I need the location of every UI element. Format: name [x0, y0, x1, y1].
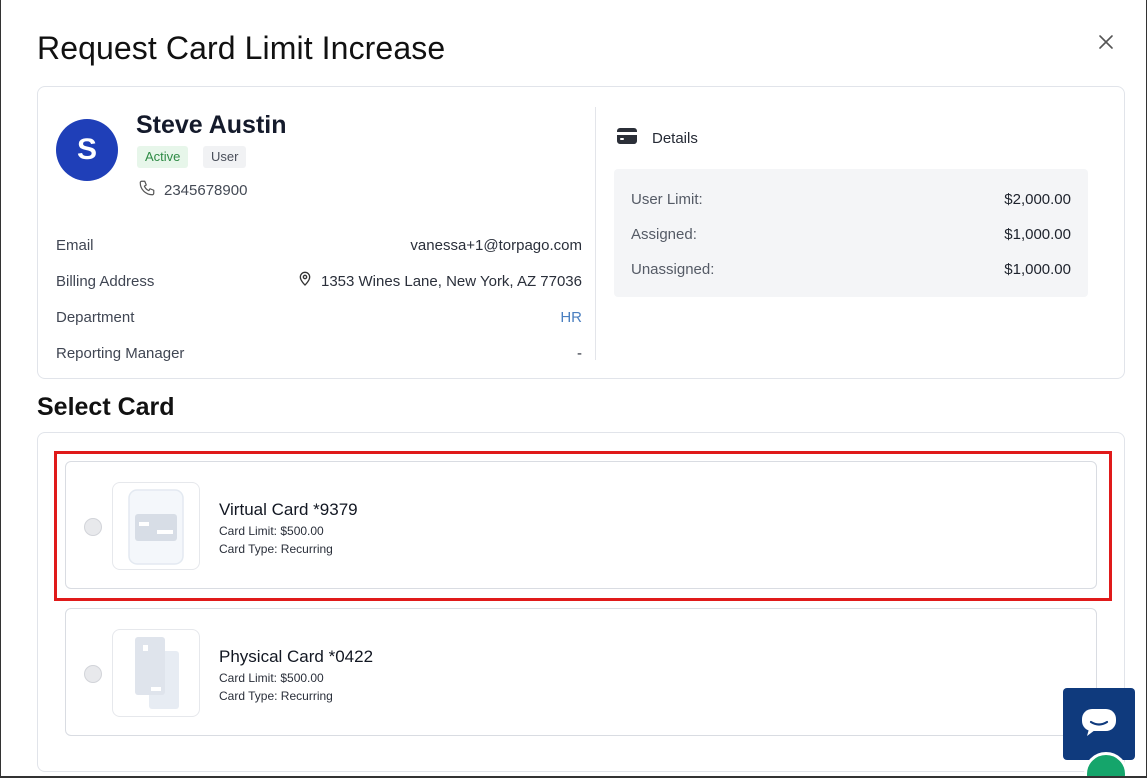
details-label: User Limit: — [631, 191, 703, 208]
phone-row: 2345678900 — [138, 179, 247, 201]
select-card-title: Select Card — [37, 393, 175, 421]
phone-icon — [138, 179, 156, 201]
user-limit-value: $2,000.00 — [1004, 191, 1071, 208]
unassigned-value: $1,000.00 — [1004, 261, 1071, 278]
details-heading-text: Details — [652, 129, 698, 147]
card-limit: Card Limit: $500.00 — [219, 524, 324, 538]
card-option-physical[interactable]: Physical Card *0422 Card Limit: $500.00 … — [65, 608, 1097, 736]
info-row-email: Email vanessa+1@torpago.com — [56, 227, 582, 263]
divider — [595, 107, 596, 360]
details-heading: Details — [616, 127, 698, 149]
assigned-value: $1,000.00 — [1004, 226, 1071, 243]
details-row-assigned: Assigned: $1,000.00 — [631, 226, 1071, 243]
details-label: Assigned: — [631, 226, 697, 243]
request-limit-modal: Request Card Limit Increase S Steve Aust… — [0, 0, 1147, 778]
card-name: Virtual Card *9379 — [219, 500, 358, 519]
card-icon — [616, 127, 638, 149]
card-radio[interactable] — [84, 518, 102, 536]
chat-button[interactable] — [1063, 688, 1135, 760]
info-row-department: Department HR — [56, 299, 582, 335]
details-row-unassigned: Unassigned: $1,000.00 — [631, 261, 1071, 278]
reporting-manager-value: - — [577, 344, 582, 362]
user-info-list: Email vanessa+1@torpago.com Billing Addr… — [56, 227, 582, 371]
info-label: Billing Address — [56, 272, 155, 290]
status-badge: Active — [137, 146, 189, 168]
info-label: Email — [56, 236, 94, 254]
modal-title: Request Card Limit Increase — [37, 30, 446, 66]
billing-address-text: 1353 Wines Lane, New York, AZ 77036 — [320, 272, 582, 290]
location-pin-icon — [297, 271, 313, 291]
avatar: S — [56, 119, 118, 181]
info-label: Reporting Manager — [56, 344, 185, 362]
details-label: Unassigned: — [631, 261, 715, 278]
billing-address-value: 1353 Wines Lane, New York, AZ 77036 — [297, 271, 582, 291]
user-name: Steve Austin — [136, 111, 287, 139]
user-info-panel: S Steve Austin Active User 2345678900 Em… — [37, 86, 1125, 379]
info-row-reporting-manager: Reporting Manager - — [56, 335, 582, 371]
physical-card-icon — [112, 629, 200, 717]
card-type: Card Type: Recurring — [219, 689, 333, 703]
card-radio[interactable] — [84, 665, 102, 683]
limit-details-box: User Limit: $2,000.00 Assigned: $1,000.0… — [614, 169, 1088, 297]
card-type: Card Type: Recurring — [219, 542, 333, 556]
close-icon[interactable] — [1096, 32, 1116, 52]
chat-icon — [1080, 707, 1118, 742]
phone-number: 2345678900 — [164, 181, 248, 199]
info-label: Department — [56, 308, 135, 326]
card-limit: Card Limit: $500.00 — [219, 671, 324, 685]
card-option-virtual[interactable]: Virtual Card *9379 Card Limit: $500.00 C… — [65, 461, 1097, 589]
virtual-card-icon — [112, 482, 200, 570]
details-row-user-limit: User Limit: $2,000.00 — [631, 191, 1071, 208]
email-value: vanessa+1@torpago.com — [410, 236, 582, 254]
card-name: Physical Card *0422 — [219, 647, 374, 666]
info-row-billing-address: Billing Address 1353 Wines Lane, New Yor… — [56, 263, 582, 299]
department-link[interactable]: HR — [560, 309, 582, 326]
role-badge: User — [203, 146, 247, 168]
